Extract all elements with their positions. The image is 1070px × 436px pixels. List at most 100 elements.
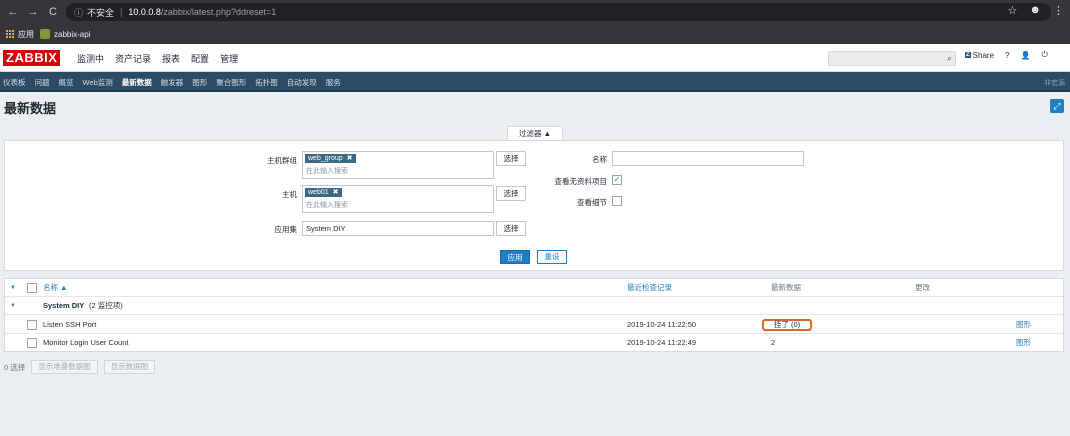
collapse-group-icon[interactable]: ▼ [10,297,16,315]
remove-tag-icon[interactable]: ✖ [347,154,353,163]
bookmark-label: zabbix-api [54,29,91,39]
host-tag: web01 ✖ [305,188,342,197]
profile-icon[interactable]: ☻ [1029,4,1041,17]
application-group-row: ▼ System DIY (2 监控项) [5,297,1063,315]
host-group-multiselect[interactable]: web_group ✖ 在此输入搜索 [302,151,494,179]
filter-tab[interactable]: 过滤器 ▲ [507,126,563,140]
column-change: 更改 [915,283,930,292]
bookmarks-bar: 应用 zabbix-api [0,24,1070,44]
sub-menu-items: 仪表板 问题 概览 Web监测 最新数据 触发器 图形 聚合图形 拓扑图 自动发… [3,72,341,92]
select-all-checkbox[interactable] [27,283,37,293]
host-group-select-button[interactable]: 选择 [496,151,526,166]
host-label: 主机 [282,190,297,199]
column-last-value: 最新数据 [771,283,801,292]
item-last-value-highlight: 挂了 (0) [762,319,812,331]
host-group-tag: web_group ✖ [305,154,356,163]
fullscreen-icon[interactable]: ⤢ [1050,99,1064,113]
zabbix-logo[interactable]: ZABBIX [3,50,61,66]
submenu-discovery[interactable]: 自动发现 [287,77,317,88]
zabbix-favicon-icon [40,29,50,39]
application-label: 应用集 [274,225,298,234]
share-label: Share [972,50,995,60]
show-details-checkbox[interactable] [612,196,622,206]
show-items-without-data-label: 查看无资料项目 [554,177,608,186]
bookmark-star-icon[interactable]: ☆ [1008,4,1018,17]
graph-link[interactable]: 图形 [1016,316,1031,334]
forward-icon[interactable]: → [26,6,40,18]
submenu-latest-data[interactable]: 最新数据 [122,77,152,88]
page-title: 最新数据 [4,101,57,116]
graph-link[interactable]: 图形 [1016,334,1031,352]
share-button[interactable]: Z Share [965,51,994,60]
item-name: Monitor Login User Count [43,338,129,347]
name-input[interactable] [612,151,804,166]
submenu-screens[interactable]: 聚合图形 [216,77,246,88]
submenu-triggers[interactable]: 触发器 [161,77,184,88]
menu-administration[interactable]: 管理 [220,52,238,65]
url-path: /zabbix/latest.php?ddreset=1 [160,7,277,17]
submenu-overview[interactable]: 概览 [59,77,74,88]
host-multiselect[interactable]: web01 ✖ 在此输入搜索 [302,185,494,213]
search-icon[interactable]: ⌕ [947,53,952,64]
menu-reports[interactable]: 报表 [162,52,180,65]
host-search-hint: 在此输入搜索 [306,202,348,209]
user-profile-icon[interactable]: 👤 [1020,51,1030,60]
column-last-check[interactable]: 最近检查记录 [627,279,672,297]
reload-icon[interactable]: C [46,6,60,18]
address-bar[interactable]: ⓘ 不安全 | 10.0.0.8 /zabbix/latest.php?ddre… [66,3,1051,21]
submenu-maps[interactable]: 拓扑图 [255,77,278,88]
help-icon[interactable]: ? [1005,51,1009,60]
browser-chrome: ← → C ⓘ 不安全 | 10.0.0.8 /zabbix/latest.ph… [0,0,1070,44]
show-items-without-data-checkbox[interactable]: ✓ [612,175,622,185]
info-icon[interactable]: ⓘ [74,6,83,19]
column-name[interactable]: 名称 ▲ [43,279,68,297]
submenu-dashboard[interactable]: 仪表板 [3,77,26,88]
share-badge: Z [965,52,971,58]
filter-panel: 主机群组 web_group ✖ 在此输入搜索 选择 主机 web01 ✖ 在此… [4,140,1064,271]
item-last-value: 挂了 (0) [773,320,801,329]
submenu-graphs[interactable]: 图形 [192,77,207,88]
host-select-button[interactable]: 选择 [496,186,526,201]
url-host: 10.0.0.8 [128,7,161,17]
submenu-web[interactable]: Web监测 [83,77,113,88]
show-details-label: 查看细节 [577,198,607,207]
browser-menu-icon[interactable]: ⋮ [1053,4,1064,17]
bookmark-label: 应用 [18,29,34,39]
bookmark-apps[interactable]: 应用 [6,29,34,40]
row-checkbox[interactable] [27,338,37,348]
table-footer: 0 选择 显示堆叠数据图 显示数据图 [4,360,156,374]
apply-button[interactable]: 应用 [500,250,530,264]
host-tag-label: web01 [308,189,329,196]
global-search-input[interactable]: ⌕ [828,51,956,66]
reset-button[interactable]: 重设 [537,250,567,264]
table-row: Monitor Login User Count 2019-10-24 11:2… [5,334,1063,352]
group-count: (2 监控项) [89,301,123,310]
submenu-right-label: 非宏源 [1044,80,1065,87]
row-checkbox[interactable] [27,320,37,330]
submenu-problems[interactable]: 问题 [35,77,50,88]
item-last-value: 2 [771,338,776,347]
application-select-button[interactable]: 选择 [496,221,526,236]
sub-menu: 仪表板 问题 概览 Web监测 最新数据 触发器 图形 聚合图形 拓扑图 自动发… [0,72,1070,92]
submenu-services[interactable]: 服务 [326,77,341,88]
show-stacked-graph-button[interactable]: 显示堆叠数据图 [31,360,98,374]
menu-monitoring[interactable]: 监测中 [77,52,104,65]
logout-icon[interactable]: ⏻ [1041,50,1047,60]
bookmark-zabbix-api[interactable]: zabbix-api [40,29,90,39]
table-header: ▼ 名称 ▲ 最近检查记录 最新数据 更改 [5,279,1063,297]
top-menu: 监测中 资产记录 报表 配置 管理 [77,44,238,72]
item-last-check: 2019-10-24 11:22:49 [627,338,697,347]
url-separator: | [120,7,123,17]
menu-inventory[interactable]: 资产记录 [115,52,151,65]
menu-configuration[interactable]: 配置 [191,52,209,65]
item-last-check: 2019-10-24 11:22:50 [627,320,697,329]
back-icon[interactable]: ← [6,6,20,18]
name-label: 名称 [592,155,607,164]
collapse-all-icon[interactable]: ▼ [10,279,16,297]
remove-tag-icon[interactable]: ✖ [333,188,339,197]
browser-actions: ☆ ☻ ⋮ [1008,4,1064,17]
show-graph-button[interactable]: 显示数据图 [103,360,156,374]
item-name: Listen SSH Port [43,320,97,329]
selected-count: 0 选择 [4,362,26,372]
application-input[interactable]: System DIY [302,221,494,236]
